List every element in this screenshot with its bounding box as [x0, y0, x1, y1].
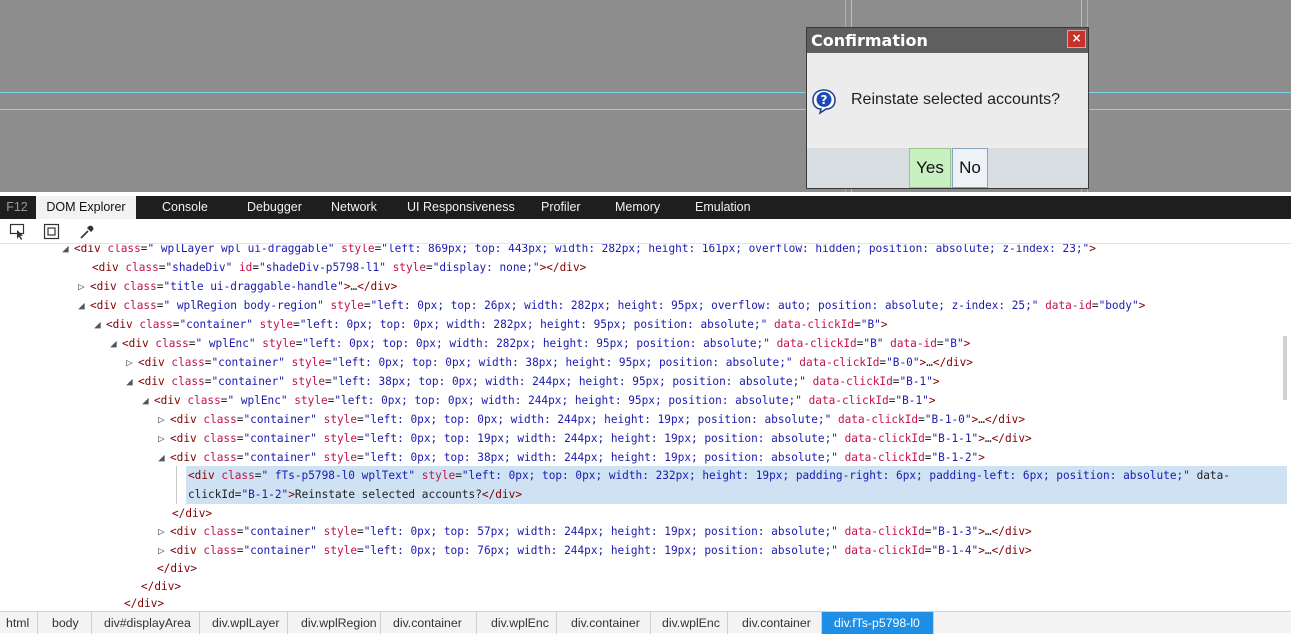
breadcrumb-item-active[interactable]: div.fTs-p5798-l0 — [822, 612, 934, 634]
tree-node-markup: <div class="container" style="left: 0px;… — [170, 413, 1026, 426]
color-picker-icon[interactable] — [78, 223, 96, 241]
confirmation-dialog: Confirmation × ? Reinstate selected acco… — [806, 27, 1089, 189]
tab-memory[interactable]: Memory — [615, 196, 660, 219]
tree-node-markup: <div class="container" style="left: 0px;… — [170, 544, 1032, 557]
collapse-arrow-icon[interactable]: ◢ — [142, 391, 154, 410]
breadcrumb-item[interactable]: div.wplEnc — [656, 612, 728, 634]
breadcrumb: html body div#displayArea div.wplLayer d… — [0, 611, 1291, 634]
tree-node[interactable]: ◢ <div class=" wplEnc" style="left: 0px; … — [0, 391, 1291, 410]
tree-node-markup: <div class="container" style="left: 0px;… — [170, 432, 1032, 445]
breadcrumb-item[interactable]: div.wplEnc — [485, 612, 557, 634]
collapse-arrow-icon[interactable]: ◢ — [158, 448, 170, 467]
tree-node[interactable]: </div> — [0, 559, 1291, 578]
tree-node-markup: <div class="shadeDiv" id="shadeDiv-p5798… — [92, 261, 587, 274]
tree-node-markup: <div class="container" style="left: 0px;… — [106, 318, 888, 331]
tree-node[interactable]: ◢ <div class=" wplLayer wpl ui-draggable"… — [0, 244, 1291, 258]
tree-node-markup: clickId="B-1-2">Reinstate selected accou… — [188, 488, 522, 501]
tree-guide-line — [176, 466, 177, 504]
breadcrumb-item[interactable]: div.wplLayer — [206, 612, 288, 634]
tree-node[interactable]: ◢ <div class="container" style="left: 0px… — [0, 448, 1291, 467]
dialog-message: Reinstate selected accounts? — [851, 91, 1061, 108]
breadcrumb-item[interactable]: html — [0, 612, 38, 634]
tree-node-markup: <div class="container" style="left: 0px;… — [170, 525, 1032, 538]
tab-emulation[interactable]: Emulation — [695, 196, 751, 219]
tree-node[interactable]: ▷ <div class="container" style="left: 0px… — [0, 522, 1291, 541]
tab-network[interactable]: Network — [331, 196, 377, 219]
selected-tree-node[interactable]: <div class=" fTs-p5798-l0 wplText" style… — [186, 466, 1287, 485]
expand-arrow-icon[interactable]: ▷ — [158, 410, 170, 429]
breadcrumb-item[interactable]: div.container — [736, 612, 822, 634]
tree-node-markup: <div class="container" style="left: 0px;… — [138, 356, 973, 369]
selected-tree-node[interactable]: clickId="B-1-2">Reinstate selected accou… — [186, 485, 1287, 504]
tree-node-markup: <div class="container" style="left: 38px… — [138, 375, 940, 388]
guide-line — [0, 109, 1291, 110]
tree-node-markup: <div class=" wplEnc" style="left: 0px; t… — [122, 337, 971, 350]
tree-node[interactable]: ◢ <div class=" wplRegion body-region" sty… — [0, 296, 1291, 315]
yes-button[interactable]: Yes — [909, 148, 951, 188]
tree-node[interactable]: ◢ <div class="container" style="left: 0px… — [0, 315, 1291, 334]
tree-node-markup: </div> — [124, 597, 165, 608]
no-button[interactable]: No — [952, 148, 988, 188]
tree-node[interactable]: </div> — [0, 504, 1291, 523]
tree-node[interactable]: ▷ <div class="container" style="left: 0px… — [0, 353, 1291, 372]
tree-node[interactable]: ▷ <div class="container" style="left: 0px… — [0, 410, 1291, 429]
tree-node-markup: <div class=" wplRegion body-region" styl… — [90, 299, 1146, 312]
dom-toolbar — [0, 219, 1291, 244]
tab-debugger[interactable]: Debugger — [247, 196, 302, 219]
tree-node-markup: <div class="title ui-draggable-handle">…… — [90, 280, 398, 293]
highlight-box-icon[interactable] — [43, 223, 61, 241]
expand-arrow-icon[interactable]: ▷ — [126, 353, 138, 372]
tree-node[interactable]: ▷ <div class="container" style="left: 0px… — [0, 541, 1291, 560]
tree-node[interactable]: <div class="shadeDiv" id="shadeDiv-p5798… — [0, 258, 1291, 277]
expand-arrow-icon[interactable]: ▷ — [158, 541, 170, 560]
help-question-icon: ? — [812, 89, 836, 115]
collapse-arrow-icon[interactable]: ◢ — [78, 296, 90, 315]
breadcrumb-item[interactable]: div.container — [387, 612, 477, 634]
f12-label: F12 — [6, 200, 28, 214]
breadcrumb-item[interactable]: div#displayArea — [98, 612, 200, 634]
tab-dom-explorer[interactable]: DOM Explorer — [36, 196, 136, 219]
devtools-tab-bar: F12 DOM Explorer Console Debugger Networ… — [0, 196, 1291, 219]
collapse-arrow-icon[interactable]: ◢ — [94, 315, 106, 334]
tab-ui-responsiveness[interactable]: UI Responsiveness — [407, 196, 515, 219]
guide-line — [0, 92, 1291, 93]
expand-arrow-icon[interactable]: ▷ — [158, 522, 170, 541]
tree-node[interactable]: </div> — [0, 594, 1291, 608]
breadcrumb-item[interactable]: div.container — [565, 612, 651, 634]
expand-arrow-icon[interactable]: ▷ — [158, 429, 170, 448]
tree-node-markup: <div class=" wplLayer wpl ui-draggable" … — [74, 244, 1096, 255]
svg-text:?: ? — [821, 93, 828, 107]
dialog-footer: Yes No — [807, 148, 1088, 188]
tree-node-markup: <div class=" fTs-p5798-l0 wplText" style… — [188, 469, 1230, 482]
tab-console[interactable]: Console — [162, 196, 208, 219]
tree-node[interactable]: ◢ <div class=" wplEnc" style="left: 0px; … — [0, 334, 1291, 353]
breadcrumb-item[interactable]: body — [46, 612, 92, 634]
breadcrumb-item[interactable]: div.wplRegion — [295, 612, 381, 634]
tree-node-markup: </div> — [157, 562, 198, 575]
collapse-arrow-icon[interactable]: ◢ — [126, 372, 138, 391]
collapse-arrow-icon[interactable]: ◢ — [110, 334, 122, 353]
tree-node[interactable]: ▷ <div class="title ui-draggable-handle">… — [0, 277, 1291, 296]
tree-scrollbar[interactable] — [1283, 336, 1287, 400]
tree-node-markup: <div class="container" style="left: 0px;… — [170, 451, 985, 464]
tree-node-markup: <div class=" wplEnc" style="left: 0px; t… — [154, 394, 936, 407]
expand-arrow-icon[interactable]: ▷ — [78, 277, 90, 296]
design-canvas: Confirmation × ? Reinstate selected acco… — [0, 0, 1291, 192]
dialog-title[interactable]: Confirmation — [807, 28, 1088, 53]
tree-node-markup: </div> — [172, 507, 213, 520]
select-element-icon[interactable] — [9, 223, 27, 241]
tree-node[interactable]: ▷ <div class="container" style="left: 0px… — [0, 429, 1291, 448]
tree-node[interactable]: ◢ <div class="container" style="left: 38p… — [0, 372, 1291, 391]
close-icon[interactable]: × — [1067, 30, 1086, 48]
tree-node-markup: </div> — [141, 580, 182, 593]
dom-tree: ◢ <div class=" wplLayer wpl ui-draggable"… — [0, 244, 1291, 608]
tab-profiler[interactable]: Profiler — [541, 196, 581, 219]
